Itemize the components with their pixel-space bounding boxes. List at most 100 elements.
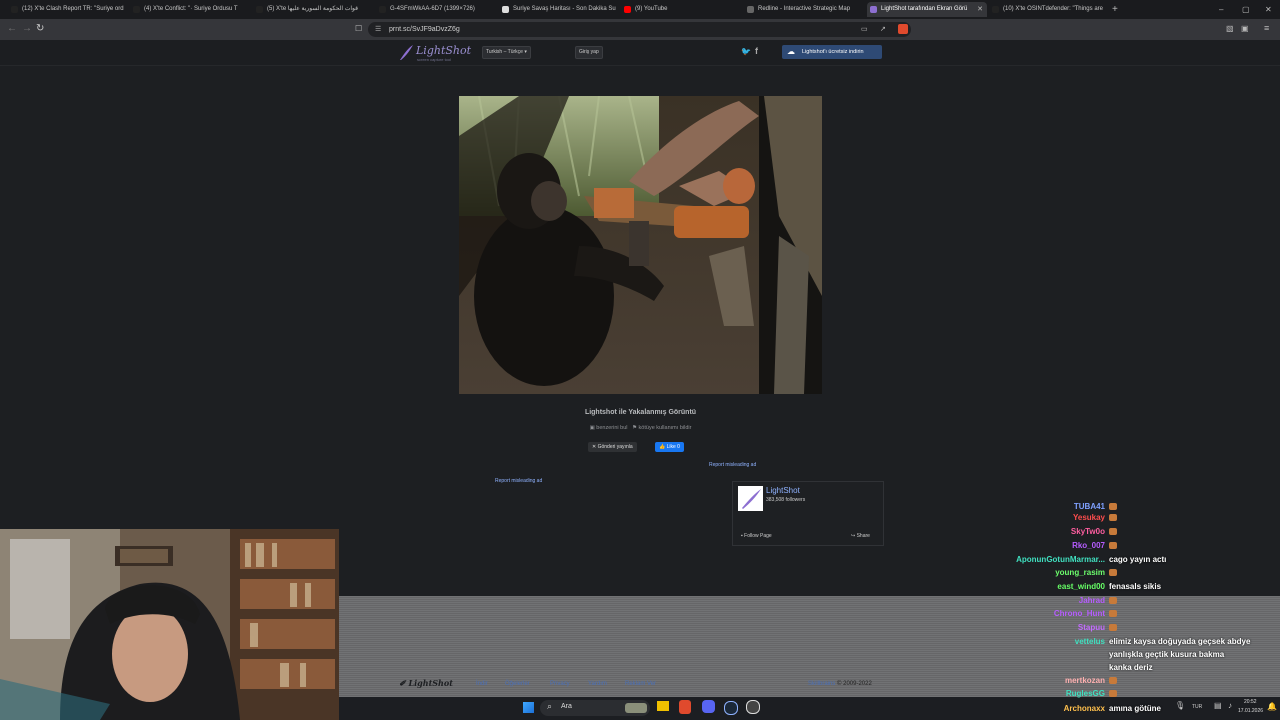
- chat-text: amına götüne: [1109, 704, 1161, 713]
- twitter-icon[interactable]: 🐦: [741, 47, 751, 56]
- search-highlight-icon: [625, 703, 647, 713]
- stream-chat-overlay: TUBA41 Yesukay SkyTw0o Rko_007 AponunGotunMa…: [990, 500, 1280, 720]
- facebook-page-widget[interactable]: LightShot 383,508 followers ▪ Follow Pag…: [732, 481, 884, 546]
- obs-icon[interactable]: [746, 700, 760, 714]
- url-text: prnt.sc/SvJF9aDvzZ6g: [389, 26, 460, 33]
- feather-icon: [400, 45, 413, 60]
- chat-text: [1109, 689, 1117, 698]
- chat-username[interactable]: Rko_007: [1072, 541, 1105, 550]
- chat-text: [1109, 596, 1117, 605]
- chat-username[interactable]: TUBA41: [1074, 502, 1105, 511]
- maximize-button[interactable]: ▢: [1242, 2, 1250, 17]
- chat-username[interactable]: Jahrad: [1079, 596, 1105, 605]
- close-window-button[interactable]: ✕: [1265, 2, 1272, 17]
- fb-share-button[interactable]: ↪ Share: [851, 533, 870, 539]
- youtube-icon: [624, 6, 631, 13]
- chat-username[interactable]: east_wind00: [1057, 582, 1105, 591]
- browser-tab[interactable]: Suriye Savaş Haritası - Son Dakika Su: [499, 2, 619, 17]
- company-link[interactable]: Skillbrains: [808, 681, 835, 687]
- find-similar-link[interactable]: ▣ benzerini bul: [590, 425, 628, 431]
- chat-emote-icon: [1109, 503, 1117, 511]
- search-icon: ⌕: [547, 701, 553, 711]
- footer-link-advertise[interactable]: Reklam Ver: [625, 681, 656, 687]
- chat-username[interactable]: vettelus: [1075, 637, 1105, 646]
- x-icon: [256, 6, 263, 13]
- fb-follow-button[interactable]: ▪ Follow Page: [741, 533, 772, 539]
- login-button[interactable]: Giriş yap: [575, 46, 603, 59]
- brave-shield-icon[interactable]: [898, 24, 908, 34]
- chat-username[interactable]: AponunGotunMarmar...: [1016, 555, 1105, 564]
- new-tab-button[interactable]: +: [1112, 2, 1118, 17]
- redline-icon: [747, 6, 754, 13]
- footer-link-privacy[interactable]: Privacy: [550, 681, 570, 687]
- steam-icon[interactable]: [724, 701, 738, 715]
- chat-username[interactable]: Yesukay: [1073, 513, 1105, 522]
- extensions-icon[interactable]: ▧: [1226, 24, 1234, 33]
- browser-tab[interactable]: (5) X'te قوات الحكومة السورية عليها: [253, 2, 373, 17]
- chat-username[interactable]: SkyTw0o: [1071, 527, 1105, 536]
- tweet-button[interactable]: ✕ Gönderi yayınla: [588, 442, 637, 452]
- bookmark-icon[interactable]: ☐: [355, 24, 362, 33]
- x-icon: [133, 6, 140, 13]
- minimize-button[interactable]: –: [1219, 2, 1223, 17]
- report-ad-link-2[interactable]: Report misleading ad: [495, 478, 542, 484]
- footer-link-download[interactable]: İndir: [476, 681, 488, 687]
- chat-text: [1109, 513, 1117, 522]
- chat-message-text: yanlışkla geçtik kusura bakma: [1109, 650, 1225, 659]
- chat-username[interactable]: Archonaxx: [1064, 704, 1105, 713]
- chat-username[interactable]: Stapuu: [1078, 623, 1105, 632]
- chat-emote-icon: [1109, 610, 1117, 618]
- browser-tab[interactable]: (4) X'te Conflict: "· Suriye Ordusu T: [130, 2, 250, 17]
- facebook-icon[interactable]: f: [755, 46, 758, 56]
- x-icon: [11, 6, 18, 13]
- footer-logo[interactable]: ✐ LightShot: [399, 678, 453, 688]
- reload-icon[interactable]: ↻: [36, 23, 44, 34]
- browser-tab[interactable]: (10) X'te OSINTdefender: "Things are: [989, 2, 1109, 17]
- footer-copyright: Skillbrains © 2009-2022: [808, 681, 872, 687]
- chat-text: [1109, 623, 1117, 632]
- menu-icon[interactable]: ≡: [1264, 23, 1269, 33]
- chat-text: yanlışkla geçtik kusura bakma: [1109, 650, 1224, 659]
- discord-icon[interactable]: [702, 700, 715, 713]
- browser-tab[interactable]: (12) X'te Clash Report TR: "Suriye ord: [8, 2, 128, 17]
- like-button[interactable]: 👍 Like 0: [655, 442, 684, 452]
- tab-title: Redline - Interactive Strategic Map: [758, 6, 851, 12]
- chat-text: [1109, 568, 1117, 577]
- report-usage-link[interactable]: ⚑ kötüye kullanımı bildir: [632, 425, 691, 431]
- footer-link-features[interactable]: Öğelerler: [505, 681, 530, 687]
- chat-username[interactable]: Chrono_Hunt: [1054, 609, 1105, 618]
- chat-emote-icon: [1109, 542, 1117, 550]
- browser-tab[interactable]: G-4SFmWkAA-6D7 (1399×726): [376, 2, 496, 17]
- windows-start-icon[interactable]: [523, 702, 534, 713]
- forward-icon[interactable]: →: [22, 23, 32, 34]
- footer-link-help[interactable]: Yardım: [588, 681, 607, 687]
- chat-username[interactable]: RuglesGG: [1066, 689, 1105, 698]
- download-button[interactable]: ☁ Lightshot'ı ücretsiz indirin: [782, 45, 882, 59]
- site-info-icon[interactable]: ☰: [375, 22, 381, 37]
- browser-tab[interactable]: Redline - Interactive Strategic Map: [744, 2, 864, 17]
- wallet-icon[interactable]: ▣: [1241, 24, 1249, 33]
- taskbar-search[interactable]: ⌕ Ara: [540, 700, 650, 716]
- chat-emote-icon: [1109, 690, 1117, 698]
- close-tab-icon[interactable]: ✕: [977, 2, 983, 17]
- screenshot-image[interactable]: [459, 96, 822, 394]
- file-explorer-icon[interactable]: [657, 701, 669, 711]
- tab-title: G-4SFmWkAA-6D7 (1399×726): [390, 6, 475, 12]
- fb-page-avatar[interactable]: [738, 486, 763, 511]
- browser-tab[interactable]: (9) YouTube: [621, 2, 741, 17]
- address-bar[interactable]: ☰ prnt.sc/SvJF9aDvzZ6g ▭ ↗: [368, 22, 911, 37]
- fb-page-name[interactable]: LightShot: [766, 486, 800, 495]
- chat-username[interactable]: mertkozan: [1065, 676, 1105, 685]
- back-icon[interactable]: ←: [7, 23, 17, 34]
- chat-username[interactable]: young_rasim: [1055, 568, 1105, 577]
- browser-tab[interactable]: LightShot tarafından Ekran Görü ✕: [867, 2, 987, 17]
- chat-emote-icon: [1109, 569, 1117, 577]
- cast-icon[interactable]: ▭: [861, 22, 868, 37]
- brave-taskbar-icon[interactable]: [679, 700, 691, 714]
- chat-text: [1109, 541, 1117, 550]
- language-select[interactable]: Turkish – Türkçe ▾: [482, 46, 531, 59]
- share-icon[interactable]: ↗: [880, 22, 886, 37]
- chat-text: [1109, 502, 1117, 511]
- tab-title: LightShot tarafından Ekran Görü: [881, 6, 968, 12]
- report-ad-link[interactable]: Report misleading ad: [709, 462, 756, 468]
